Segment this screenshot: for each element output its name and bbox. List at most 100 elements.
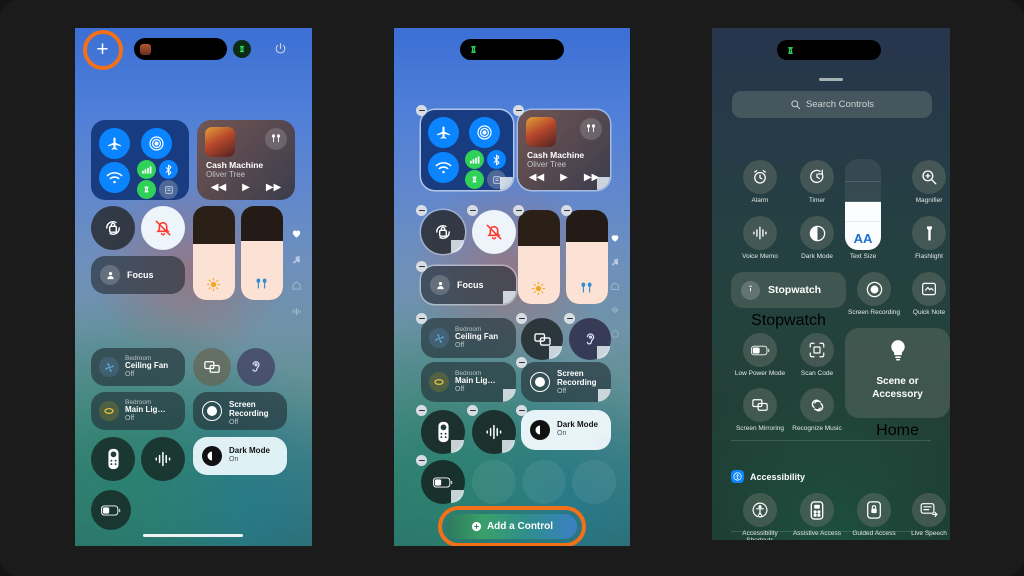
remove-control-badge[interactable]: [416, 455, 427, 466]
text-size-control[interactable]: AA: [845, 159, 881, 250]
airpods-output-button[interactable]: [265, 128, 287, 150]
remove-control-badge[interactable]: [467, 205, 478, 216]
airplane-mode-toggle[interactable]: [99, 128, 130, 159]
green-link-icon[interactable]: [233, 40, 251, 58]
airplane-mode-toggle[interactable]: [428, 117, 459, 148]
main-light-labels: Bedroom Main Lig… Off: [455, 370, 495, 394]
remove-control-badge[interactable]: [467, 405, 478, 416]
sheet-grabber[interactable]: [819, 78, 843, 81]
page-indicator-icons: [291, 228, 302, 317]
gallery-item-low-power-mode[interactable]: Low Power Mode: [731, 333, 789, 377]
rotation-lock-button[interactable]: [421, 210, 465, 254]
now-playing-tile[interactable]: Cash Machine Oliver Tree ◀◀ ▶ ▶▶: [518, 110, 610, 190]
gallery-item-scan-code[interactable]: Scan Code: [788, 333, 846, 377]
screen-mirroring-button[interactable]: [193, 348, 231, 386]
main-light-tile[interactable]: Bedroom Main Lig… Off: [421, 362, 516, 402]
cellular-data-toggle[interactable]: [465, 150, 484, 169]
connectivity-tile[interactable]: [421, 110, 513, 190]
voice-memo-button[interactable]: [472, 410, 516, 454]
bluetooth-toggle[interactable]: [159, 160, 178, 179]
remove-control-badge[interactable]: [416, 105, 427, 116]
rotation-lock-button[interactable]: [91, 206, 135, 250]
bluetooth-toggle[interactable]: [487, 150, 506, 169]
connectivity-tile[interactable]: [91, 120, 189, 200]
wifi-toggle[interactable]: [99, 162, 130, 193]
focus-tile[interactable]: Focus: [421, 266, 516, 304]
gallery-item-voice-memo[interactable]: Voice Memo: [731, 216, 789, 260]
remove-control-badge[interactable]: [416, 261, 427, 272]
gallery-item-dark-mode[interactable]: Dark Mode: [788, 216, 846, 260]
gallery-item-recognize-music[interactable]: Recognize Music: [788, 388, 846, 432]
now-playing-tile[interactable]: Cash Machine Oliver Tree ◀◀ ▶ ▶▶: [197, 120, 295, 200]
empty-slot[interactable]: [572, 460, 616, 504]
previous-track-button[interactable]: ◀◀: [529, 172, 544, 183]
empty-slot[interactable]: [472, 460, 516, 504]
light-icon: [99, 401, 119, 421]
dark-mode-tile[interactable]: Dark Mode On: [521, 410, 611, 450]
main-light-state: Off: [455, 386, 465, 394]
vpn-toggle[interactable]: [159, 180, 178, 199]
remove-control-badge[interactable]: [564, 313, 575, 324]
remove-control-badge[interactable]: [416, 405, 427, 416]
hotspot-toggle[interactable]: [465, 170, 484, 189]
remove-control-badge[interactable]: [516, 405, 527, 416]
previous-track-button[interactable]: ◀◀: [211, 182, 226, 193]
apple-tv-remote-button[interactable]: [91, 437, 135, 481]
remove-control-badge[interactable]: [416, 205, 427, 216]
silent-mode-button[interactable]: [472, 210, 516, 254]
hotspot-toggle[interactable]: [137, 180, 156, 199]
screen-mirroring-button[interactable]: [521, 318, 563, 360]
main-light-tile[interactable]: Bedroom Main Lig… Off: [91, 392, 185, 430]
gallery-item-alarm[interactable]: Alarm: [731, 160, 789, 204]
low-power-mode-button[interactable]: [91, 490, 131, 530]
ceiling-fan-tile[interactable]: Bedroom Ceiling Fan Off: [91, 348, 185, 386]
play-button[interactable]: ▶: [242, 182, 250, 193]
remove-control-badge[interactable]: [513, 105, 524, 116]
gallery-item-magnifier[interactable]: Magnifier: [900, 160, 950, 204]
gallery-item-accessibility-shortcuts[interactable]: Accessibility Shortcuts: [731, 493, 789, 540]
low-power-mode-button[interactable]: [421, 460, 465, 504]
focus-label: Focus: [457, 280, 484, 290]
ceiling-fan-tile[interactable]: Bedroom Ceiling Fan Off: [421, 318, 516, 358]
dark-mode-tile[interactable]: Dark Mode On: [193, 437, 287, 475]
gallery-item-screen-recording[interactable]: Screen Recording: [845, 272, 903, 316]
gallery-item-screen-mirroring[interactable]: Screen Mirroring: [731, 388, 789, 432]
apple-tv-remote-button[interactable]: [421, 410, 465, 454]
airdrop-toggle[interactable]: [141, 128, 172, 159]
gallery-item-scene-or-accessory[interactable]: Scene or Accessory Home: [845, 328, 950, 440]
gallery-item-timer[interactable]: Timer: [788, 160, 846, 204]
voice-memo-button[interactable]: [141, 437, 185, 481]
silent-mode-button[interactable]: [141, 206, 185, 250]
volume-slider[interactable]: [566, 210, 608, 304]
hearing-button[interactable]: [237, 348, 275, 386]
empty-slot[interactable]: [522, 460, 566, 504]
airdrop-toggle[interactable]: [469, 117, 500, 148]
screen-recording-tile[interactable]: Screen Recording Off: [193, 392, 287, 430]
remove-control-badge[interactable]: [561, 205, 572, 216]
remove-control-badge[interactable]: [516, 357, 527, 368]
volume-slider[interactable]: [241, 206, 283, 300]
search-controls-bar[interactable]: Search Controls: [732, 91, 932, 118]
remove-control-badge[interactable]: [516, 313, 527, 324]
screen-mirroring-icon: [204, 361, 220, 373]
hearing-button[interactable]: [569, 318, 611, 360]
bulb-icon: [845, 339, 950, 363]
screen-recording-tile[interactable]: Screen Recording Off: [521, 362, 611, 402]
apple-tv-remote-icon: [437, 421, 449, 443]
cellular-data-toggle[interactable]: [137, 160, 156, 179]
focus-tile[interactable]: Focus: [91, 256, 185, 294]
remove-control-badge[interactable]: [513, 205, 524, 216]
green-link-icon[interactable]: [466, 42, 481, 57]
green-link-icon[interactable]: [783, 43, 798, 58]
brightness-slider[interactable]: [518, 210, 560, 304]
wifi-toggle[interactable]: [428, 152, 459, 183]
play-button[interactable]: ▶: [560, 172, 568, 183]
power-icon[interactable]: [274, 42, 287, 55]
airpods-output-button[interactable]: [580, 118, 602, 140]
gallery-item-quick-note[interactable]: Quick Note: [900, 272, 950, 316]
gallery-item-stopwatch[interactable]: Stopwatch Stopwatch: [731, 272, 846, 330]
next-track-button[interactable]: ▶▶: [266, 182, 281, 193]
remove-control-badge[interactable]: [416, 313, 427, 324]
brightness-slider[interactable]: [193, 206, 235, 300]
gallery-item-flashlight[interactable]: Flashlight: [900, 216, 950, 260]
